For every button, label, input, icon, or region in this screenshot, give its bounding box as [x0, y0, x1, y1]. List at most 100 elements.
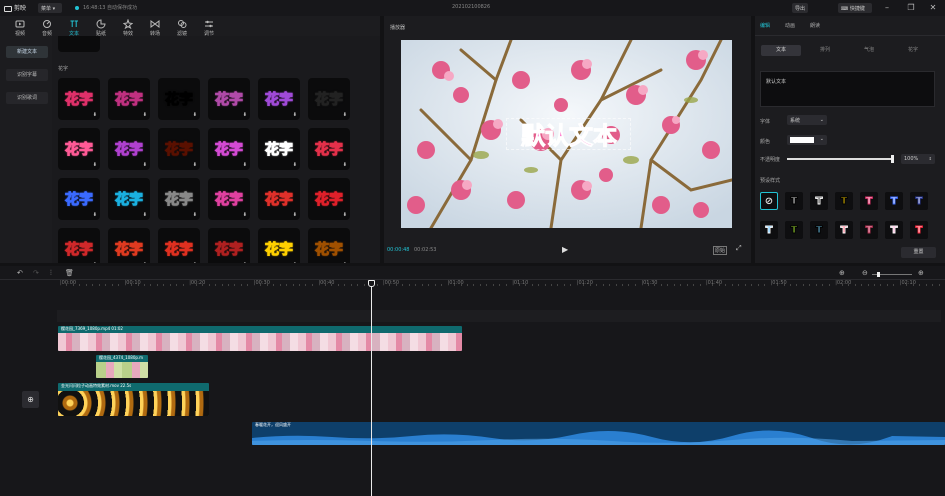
flower-text-cell[interactable]: 花字 ⬇ — [308, 178, 350, 220]
download-icon[interactable]: ⬇ — [293, 212, 297, 218]
download-icon[interactable]: ⬇ — [143, 112, 147, 118]
download-icon[interactable]: ⬇ — [243, 162, 247, 168]
tab-video[interactable]: 视频 — [5, 18, 35, 38]
overlay-video-clip[interactable]: 樱花园_4374_1080p.m — [96, 355, 148, 378]
tab-sticker[interactable]: 贴纸 — [86, 18, 116, 38]
sidebar-item[interactable]: 识别歌词 — [6, 92, 48, 104]
flower-text-cell[interactable]: 花字 ⬇ — [158, 178, 200, 220]
zoom-out-icon[interactable]: ⊖ — [862, 269, 868, 277]
inspector-tab[interactable]: 编辑 — [760, 22, 770, 29]
flower-text-cell[interactable]: 花字 ⬇ — [158, 78, 200, 120]
flower-text-cell[interactable]: 花字 ⬇ — [108, 128, 150, 170]
inspector-subtab[interactable]: 花字 — [893, 45, 933, 56]
video-preview[interactable]: 默认文本 — [401, 40, 732, 228]
flower-text-cell[interactable]: 花字 ⬇ — [258, 228, 300, 263]
flower-text-cell[interactable]: 花字 ⬇ — [208, 128, 250, 170]
download-icon[interactable]: ⬇ — [293, 262, 297, 263]
download-icon[interactable]: ⬇ — [93, 262, 97, 263]
download-icon[interactable]: ⬇ — [293, 162, 297, 168]
opacity-slider[interactable] — [787, 155, 894, 163]
preset-style[interactable]: T — [810, 221, 828, 239]
flower-text-cell[interactable]: 花字 ⬇ — [58, 128, 100, 170]
download-icon[interactable]: ⬇ — [143, 212, 147, 218]
preset-style[interactable]: T — [860, 221, 878, 239]
tab-audio[interactable]: 音频 — [32, 18, 62, 38]
color-picker[interactable]: ⌄ — [787, 135, 827, 145]
flower-text-cell[interactable]: 花字 ⬇ — [58, 228, 100, 263]
download-icon[interactable]: ⬇ — [143, 262, 147, 263]
inspector-subtab[interactable]: 文本 — [761, 45, 801, 56]
download-icon[interactable]: ⬇ — [193, 162, 197, 168]
zoom-in-icon[interactable]: ⊕ — [918, 269, 924, 277]
ratio-button[interactable]: 原始 — [713, 246, 728, 255]
text-content-field[interactable]: 默认文本 — [760, 71, 935, 107]
delete-icon[interactable]: 🗑 — [65, 269, 74, 277]
sidebar-item[interactable]: 识别字幕 — [6, 69, 48, 81]
zoom-slider[interactable] — [872, 272, 912, 277]
close-button[interactable]: ✕ — [926, 2, 940, 14]
flower-text-cell[interactable]: 花字 ⬇ — [258, 178, 300, 220]
main-video-clip[interactable]: 樱花园_7369_1080p.mp4 01:02 — [58, 326, 462, 351]
preset-style[interactable]: ⊘ — [760, 192, 778, 210]
preset-style[interactable]: T — [785, 221, 803, 239]
download-icon[interactable]: ⬇ — [93, 212, 97, 218]
flower-text-cell[interactable]: 花字 ⬇ — [208, 178, 250, 220]
flower-text-cell[interactable]: 花字 ⬇ — [258, 128, 300, 170]
preset-style[interactable]: T — [835, 192, 853, 210]
preset-style[interactable]: T — [910, 192, 928, 210]
download-icon[interactable]: ⬇ — [193, 212, 197, 218]
fullscreen-icon[interactable]: ⤢ — [736, 244, 742, 253]
preset-style[interactable]: T — [760, 221, 778, 239]
minimize-button[interactable]: – — [880, 2, 894, 14]
playhead[interactable] — [368, 280, 375, 496]
split-icon[interactable]: ⫶ — [50, 269, 52, 278]
undo-icon[interactable]: ↶ — [17, 269, 23, 277]
flower-text-cell[interactable]: 花字 ⬇ — [108, 228, 150, 263]
flower-text-cell[interactable]: 花字 ⬇ — [158, 128, 200, 170]
export-button[interactable]: 导出 — [792, 3, 809, 13]
preset-style[interactable]: T — [910, 221, 928, 239]
flower-text-cell[interactable]: 花字 ⬇ — [308, 78, 350, 120]
reset-button[interactable]: 重置 — [901, 247, 936, 258]
flower-text-cell[interactable]: 花字 ⬇ — [208, 228, 250, 263]
inspector-tab[interactable]: 朗读 — [810, 22, 820, 29]
audio-clip[interactable]: 春暖花开，迎风盛开 — [252, 422, 945, 445]
flower-text-cell[interactable]: 花字 ⬇ — [108, 78, 150, 120]
preset-style[interactable]: T — [885, 221, 903, 239]
redo-icon[interactable]: ↷ — [33, 269, 39, 277]
download-icon[interactable]: ⬇ — [343, 112, 347, 118]
flower-text-cell[interactable]: 花字 ⬇ — [58, 178, 100, 220]
add-track-button[interactable]: ⊕ — [22, 391, 39, 408]
zoom-handle[interactable] — [877, 272, 880, 277]
tab-text[interactable]: 文本 — [59, 18, 89, 38]
download-icon[interactable]: ⬇ — [193, 112, 197, 118]
flower-text-cell[interactable]: 花字 ⬇ — [258, 78, 300, 120]
inspector-subtab[interactable]: 排列 — [805, 45, 845, 56]
download-icon[interactable]: ⬇ — [193, 262, 197, 263]
download-icon[interactable]: ⬇ — [243, 112, 247, 118]
sidebar-item[interactable]: 新建文本 — [6, 46, 48, 58]
preset-style[interactable]: T — [860, 192, 878, 210]
flower-text-cell[interactable]: 花字 ⬇ — [308, 128, 350, 170]
menu-button[interactable]: 菜单 ▾ — [38, 3, 62, 13]
tab-filter[interactable]: 滤镜 — [167, 18, 197, 38]
font-select[interactable]: 系统 ⌄ — [787, 115, 827, 125]
maximize-button[interactable]: ❐ — [904, 2, 918, 14]
tab-adjust[interactable]: 调节 — [194, 18, 224, 38]
flower-text-cell[interactable]: 花字 ⬇ — [158, 228, 200, 263]
flower-text-cell[interactable]: 花字 ⬇ — [108, 178, 150, 220]
preset-style[interactable]: T — [810, 192, 828, 210]
effect-video-clip[interactable]: 金光闪闪粒子动画特效素材.mov 22.5s — [58, 383, 209, 416]
download-icon[interactable]: ⬇ — [343, 262, 347, 263]
download-icon[interactable]: ⬇ — [143, 162, 147, 168]
download-icon[interactable]: ⬇ — [93, 112, 97, 118]
download-icon[interactable]: ⬇ — [243, 212, 247, 218]
download-icon[interactable]: ⬇ — [343, 212, 347, 218]
shortcut-button[interactable]: ⌨ 快捷键 — [838, 3, 872, 13]
preset-style[interactable]: T — [835, 221, 853, 239]
text-selection-box[interactable] — [506, 118, 631, 150]
download-icon[interactable]: ⬇ — [343, 162, 347, 168]
flower-text-cell[interactable]: 花字 ⬇ — [308, 228, 350, 263]
effect-cell-partial[interactable] — [58, 36, 100, 52]
tab-transition[interactable]: 转场 — [140, 18, 170, 38]
